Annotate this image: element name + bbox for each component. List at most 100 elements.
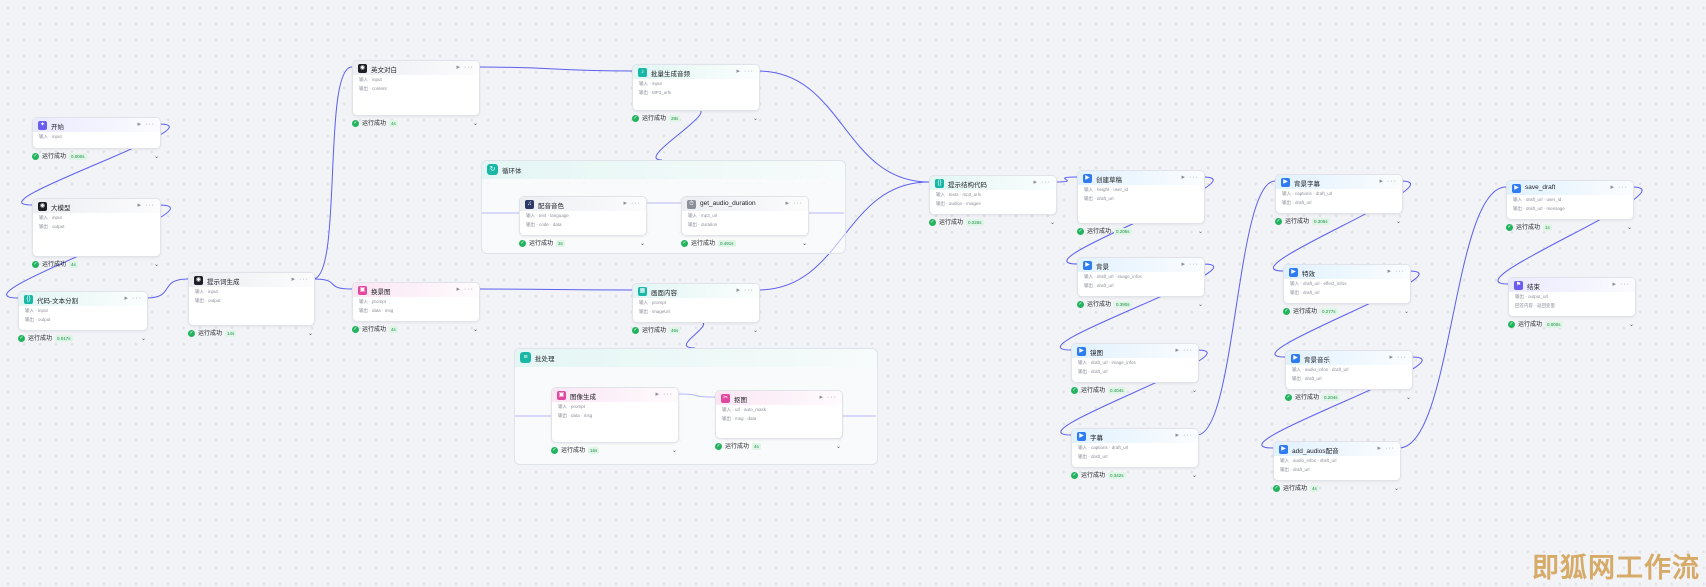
chevron-down-icon[interactable]: ⌄ — [753, 326, 758, 337]
node-run-more-icon[interactable]: ▸ ··· — [1390, 353, 1407, 361]
node-run-more-icon[interactable]: ▸ ··· — [138, 120, 155, 128]
status-bar-voice[interactable]: ✓ 运行成功 28s ⌄ — [632, 114, 758, 125]
status-bar-scene[interactable]: ✓ 运行成功 4s ⌄ — [352, 325, 478, 336]
status-bar-bg[interactable]: ✓ 运行成功 0.390s ⌄ — [1077, 300, 1203, 311]
status-bar-llm[interactable]: ✓ 运行成功 4s ⌄ — [32, 260, 159, 271]
node-addaudio[interactable]: ▶ add_audios配音 ▸ ··· 输入 · audio_infos · dra… — [1273, 441, 1401, 481]
chevron-down-icon[interactable]: ⌄ — [141, 334, 146, 345]
chevron-down-icon[interactable]: ⌄ — [1404, 307, 1409, 318]
status-bar-prompt[interactable]: ✓ 运行成功 14s ⌄ — [188, 329, 313, 340]
status-bar-cut[interactable]: ✓ 运行成功 4s ⌄ — [715, 442, 841, 453]
node-run-more-icon[interactable]: ▸ ··· — [1611, 183, 1628, 191]
node-run-more-icon[interactable]: ▸ ··· — [737, 286, 754, 294]
chevron-down-icon[interactable]: ⌄ — [802, 239, 807, 250]
node-eng[interactable]: ◉ 英文对白 ▸ ··· 输入 · input 输出 · content — [352, 60, 480, 116]
node-tts[interactable]: ♫ 配音音色 ▸ ··· 输入 · text · language 输出 · code … — [519, 196, 647, 236]
node-struct[interactable]: {} 提示结构代码 ▸ ··· 输入 · texts · mp3_urls 输出 · a… — [929, 175, 1057, 215]
mic-icon: ♫ — [525, 200, 534, 209]
node-bg[interactable]: ▶ 背景 ▸ ··· 输入 · draft_url · image_infos 输出 ·… — [1077, 257, 1205, 297]
status-bar-save[interactable]: ✓ 运行成功 1s ⌄ — [1506, 223, 1632, 234]
node-duration[interactable]: ⏱ get_audio_duration ▸ ··· 输入 · mp3_url 输出 ·… — [681, 196, 809, 236]
chevron-down-icon[interactable]: ⌄ — [672, 446, 677, 457]
chevron-down-icon[interactable]: ⌄ — [1198, 227, 1203, 238]
chevron-down-icon[interactable]: ⌄ — [753, 114, 758, 125]
node-run-more-icon[interactable]: ▸ ··· — [1613, 280, 1630, 288]
node-scene[interactable]: ▣ 换景图 ▸ ··· 输入 · prompt 输出 · data · msg — [352, 282, 480, 322]
node-run-more-icon[interactable]: ▸ ··· — [457, 63, 474, 71]
node-run-more-icon[interactable]: ▸ ··· — [1176, 346, 1193, 354]
status-bar-struct[interactable]: ✓ 运行成功 0.026s ⌄ — [929, 218, 1055, 229]
node-run-more-icon[interactable]: ▸ ··· — [624, 199, 641, 207]
status-bar-end[interactable]: ✓ 运行成功 0.000s ⌄ — [1508, 320, 1634, 331]
chevron-down-icon[interactable]: ⌄ — [154, 260, 159, 271]
node-run-more-icon[interactable]: ▸ ··· — [1378, 444, 1395, 452]
chevron-down-icon[interactable]: ⌄ — [1396, 217, 1401, 228]
node-run-more-icon[interactable]: ▸ ··· — [820, 393, 837, 401]
chevron-down-icon[interactable]: ⌄ — [308, 329, 313, 340]
workflow-canvas[interactable]: ↻ 循环体 ≡ 批处理 ✦ 开始 ▸ ··· 输入 · input ✓ 运行成功 0.000… — [0, 0, 1706, 587]
node-run-more-icon[interactable]: ▸ ··· — [1182, 173, 1199, 181]
status-bar-draft[interactable]: ✓ 运行成功 0.206s ⌄ — [1077, 227, 1203, 238]
chevron-down-icon[interactable]: ⌄ — [1192, 386, 1197, 397]
status-bar-eng[interactable]: ✓ 运行成功 4s ⌄ — [352, 119, 478, 130]
node-voice[interactable]: ♪ 批量生成音频 ▸ ··· 输入 · input 输出 · MP3_urls — [632, 64, 760, 111]
chevron-down-icon[interactable]: ⌄ — [836, 442, 841, 453]
node-output-row: 输出 · draft_url · message — [1513, 206, 1565, 211]
node-run-more-icon[interactable]: ▸ ··· — [1182, 260, 1199, 268]
node-run-more-icon[interactable]: ▸ ··· — [138, 201, 155, 209]
status-label: 运行成功 — [1518, 322, 1543, 328]
status-bar-tts[interactable]: ✓ 运行成功 3s ⌄ — [519, 239, 645, 250]
status-bar-splitter[interactable]: ✓ 运行成功 0.017s ⌄ — [18, 334, 146, 345]
node-effect[interactable]: ▶ 特效 ▸ ··· 输入 · draft_url · effect_infos 输出 … — [1283, 264, 1411, 304]
node-llm[interactable]: ◉ 大模型 ▸ ··· 输入 · input 输出 · output — [32, 198, 161, 257]
node-bgm[interactable]: ▶ 背景音乐 ▸ ··· 输入 · audio_infos · draft_url 输出… — [1285, 350, 1413, 390]
chevron-down-icon[interactable]: ⌄ — [640, 239, 645, 250]
node-cut[interactable]: ✂ 抠图 ▸ ··· 输入 · url · auto_mask 输出 · msg · d… — [715, 390, 843, 439]
node-run-more-icon[interactable]: ▸ ··· — [125, 294, 142, 302]
node-run-more-icon[interactable]: ▸ ··· — [786, 199, 803, 207]
chevron-down-icon[interactable]: ⌄ — [1629, 320, 1634, 331]
status-bar-frame[interactable]: ✓ 运行成功 46s ⌄ — [632, 326, 758, 337]
chevron-down-icon[interactable]: ⌄ — [473, 119, 478, 130]
node-imggen[interactable]: ▣ 图像生成 ▸ ··· 输入 · prompt 输出 · data · msg — [551, 387, 679, 443]
node-save[interactable]: ▶ save_draft ▸ ··· 输入 · draft_url · user_id… — [1506, 180, 1634, 220]
chevron-down-icon[interactable]: ⌄ — [1198, 300, 1203, 311]
node-frame[interactable]: ▦ 画面内容 ▸ ··· 输入 · prompt 输出 · imageUrl — [632, 283, 760, 323]
chevron-down-icon[interactable]: ⌄ — [1192, 471, 1197, 482]
node-output-row: 输出 · output — [25, 317, 51, 322]
node-end[interactable]: ⚑ 结束 ▸ ··· 输出 · output_url 回答内容 · 返回变量 — [1508, 277, 1636, 317]
node-subtitle[interactable]: ▶ 字幕 ▸ ··· 输入 · captions · draft_url 输出 · dr… — [1071, 428, 1199, 468]
node-prompt[interactable]: ◉ 提示词生成 ▸ ··· 输入 · input 输出 · output — [188, 272, 315, 326]
node-run-more-icon[interactable]: ▸ ··· — [1176, 431, 1193, 439]
node-caption2[interactable]: ▶ 背景字幕 ▸ ··· 输入 · captions · draft_url 输出 · … — [1275, 174, 1403, 214]
status-bar-caption2[interactable]: ✓ 运行成功 0.305s ⌄ — [1275, 217, 1401, 228]
status-bar-start[interactable]: ✓ 运行成功 0.000s ⌄ — [32, 152, 159, 163]
check-circle-icon: ✓ — [632, 326, 639, 334]
check-circle-icon: ✓ — [681, 239, 688, 247]
status-bar-bgm[interactable]: ✓ 运行成功 0.204s ⌄ — [1285, 393, 1411, 404]
node-run-more-icon[interactable]: ▸ ··· — [457, 285, 474, 293]
status-label: 运行成功 — [1081, 388, 1106, 394]
node-splitter[interactable]: {} 代码-文本分割 ▸ ··· 输入 · input 输出 · output — [18, 291, 148, 331]
node-run-more-icon[interactable]: ▸ ··· — [656, 390, 673, 398]
chevron-down-icon[interactable]: ⌄ — [1406, 393, 1411, 404]
node-run-more-icon[interactable]: ▸ ··· — [1034, 178, 1051, 186]
node-draft[interactable]: ▶ 创建草稿 ▸ ··· 输入 · height · user_id 输出 · draf… — [1077, 170, 1205, 224]
status-bar-imggen[interactable]: ✓ 运行成功 16s ⌄ — [551, 446, 677, 457]
chevron-down-icon[interactable]: ⌄ — [154, 152, 159, 163]
node-run-more-icon[interactable]: ▸ ··· — [1380, 177, 1397, 185]
chevron-down-icon[interactable]: ⌄ — [1394, 484, 1399, 495]
chevron-down-icon[interactable]: ⌄ — [1050, 218, 1055, 229]
node-title_img[interactable]: ▶ 镜图 ▸ ··· 输入 · draft_url · image_infos 输出 ·… — [1071, 343, 1199, 383]
node-run-more-icon[interactable]: ▸ ··· — [1388, 267, 1405, 275]
chevron-down-icon[interactable]: ⌄ — [1627, 223, 1632, 234]
status-bar-addaudio[interactable]: ✓ 运行成功 4s ⌄ — [1273, 484, 1399, 495]
chevron-down-icon[interactable]: ⌄ — [473, 325, 478, 336]
status-bar-title_img[interactable]: ✓ 运行成功 0.404s ⌄ — [1071, 386, 1197, 397]
status-bar-duration[interactable]: ✓ 运行成功 0.491s ⌄ — [681, 239, 807, 250]
node-run-more-icon[interactable]: ▸ ··· — [737, 67, 754, 75]
status-bar-subtitle[interactable]: ✓ 运行成功 0.342s ⌄ — [1071, 471, 1197, 482]
status-bar-effect[interactable]: ✓ 运行成功 0.277s ⌄ — [1283, 307, 1409, 318]
node-run-more-icon[interactable]: ▸ ··· — [292, 275, 309, 283]
node-start[interactable]: ✦ 开始 ▸ ··· 输入 · input — [32, 117, 161, 149]
